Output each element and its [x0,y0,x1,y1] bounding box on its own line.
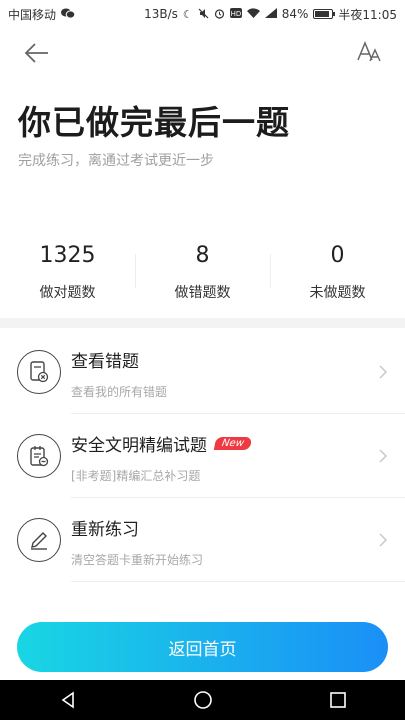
status-bar: 中国移动 13B/s ☾ HD 84% 半夜11:05 [0,0,405,28]
action-menu: 查看错题 查看我的所有错题 安全文明精编试题 New [非考题]精编汇总补习题 … [0,330,405,582]
clock: 半夜11:05 [338,7,397,22]
menu-item-safety-exam[interactable]: 安全文明精编试题 New [非考题]精编汇总补习题 [0,414,405,498]
menu-item-title: 重新练习 [71,520,139,540]
battery-icon [313,9,336,19]
menu-item-wrong-questions[interactable]: 查看错题 查看我的所有错题 [0,330,405,414]
hd-icon: HD [229,8,242,20]
battery-level [315,11,329,17]
menu-title-row: 安全文明精编试题 New [71,431,252,456]
pencil-icon [17,518,61,562]
wechat-icon [61,8,76,21]
alarm-icon [214,8,225,21]
chevron-right-icon [377,531,389,549]
carrier-label: 中国移动 [8,7,57,22]
wifi-icon [246,8,260,20]
menu-item-desc: [非考题]精编汇总补习题 [71,469,201,483]
status-right: 13B/s ☾ HD 84% 半夜11:05 [144,6,397,23]
android-nav-bar [0,680,405,720]
nav-back-icon[interactable] [48,680,88,720]
new-badge: New [213,437,252,450]
stat-wrong: 8 做错题数 [135,240,270,310]
page-title: 你已做完最后一题 [18,103,290,142]
menu-title-row: 重新练习 [71,515,139,540]
stat-label: 做错题数 [174,285,231,301]
menu-item-title: 查看错题 [71,352,139,372]
stat-value: 0 [330,243,345,268]
menu-item-desc: 查看我的所有错题 [71,385,168,399]
chevron-right-icon [377,363,389,381]
stat-unanswered: 0 未做题数 [270,240,405,310]
stats-row: 1325 做对题数 8 做错题数 0 未做题数 [0,240,405,310]
net-speed-label: 13B/s [144,7,178,21]
status-left: 中国移动 [8,6,76,23]
row-divider [71,581,405,582]
page-subtitle: 完成练习，离通过考试更近一步 [18,153,214,169]
font-size-icon[interactable] [357,40,383,66]
wrong-question-icon [17,350,61,394]
top-nav [0,30,405,76]
mute-icon [198,8,209,21]
back-arrow-icon[interactable] [22,38,52,68]
menu-item-desc: 清空答题卡重新开始练习 [71,553,204,567]
section-divider [0,318,405,328]
nav-home-icon[interactable] [183,680,223,720]
exam-paper-icon [17,434,61,478]
stat-label: 做对题数 [39,285,96,301]
stat-value: 8 [195,243,210,268]
moon-icon: ☾ [182,7,193,21]
signal-icon [264,8,277,20]
chevron-right-icon [377,447,389,465]
menu-title-row: 查看错题 [71,347,139,372]
menu-item-restart-practice[interactable]: 重新练习 清空答题卡重新开始练习 [0,498,405,582]
stat-value: 1325 [39,243,96,268]
menu-item-title: 安全文明精编试题 [71,436,207,456]
back-home-button[interactable]: 返回首页 [17,622,388,672]
battery-percent: 84% [281,7,309,21]
svg-text:HD: HD [230,10,241,18]
stat-label: 未做题数 [309,285,366,301]
stat-correct: 1325 做对题数 [0,240,135,310]
nav-recents-icon[interactable] [318,680,358,720]
